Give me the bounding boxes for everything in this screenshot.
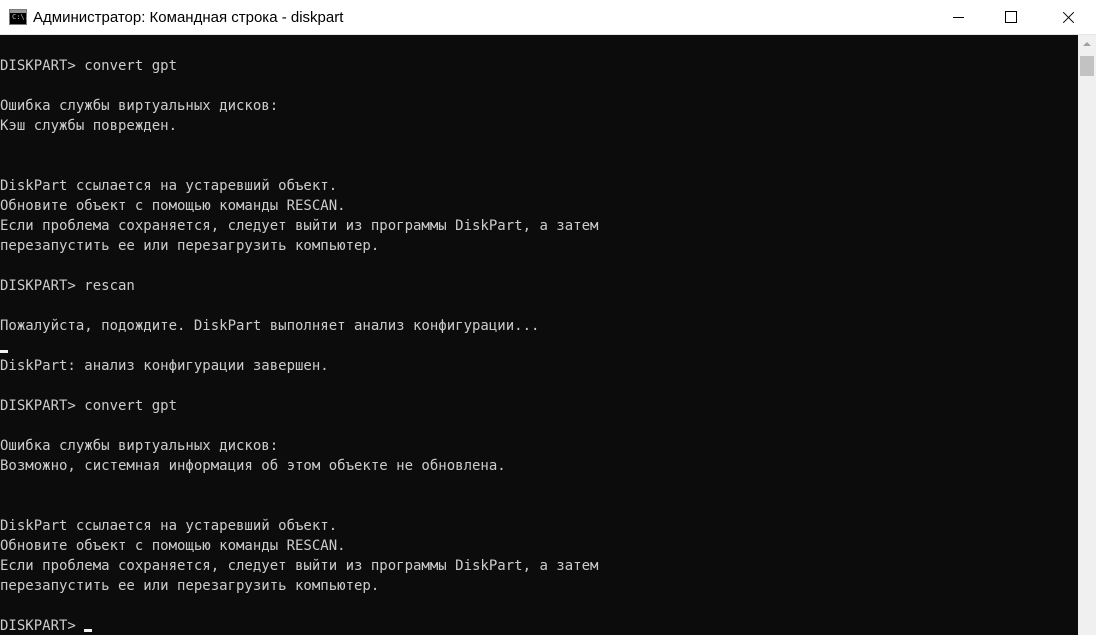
cmd-app-icon[interactable]: C:\. bbox=[9, 9, 29, 25]
minimize-icon[interactable] bbox=[935, 0, 981, 34]
console-line-text: Обновите объект с помощью команды RESCAN… bbox=[0, 198, 346, 214]
console-line-text: Ошибка службы виртуальных дисков: bbox=[0, 438, 279, 454]
command-prompt-window: C:\. Администратор: Командная строка - d… bbox=[0, 0, 1096, 635]
console-line: Ошибка службы виртуальных дисков: bbox=[0, 96, 598, 116]
console-line-text: DISKPART> convert gpt bbox=[0, 398, 178, 414]
console-line-text: Пожалуйста, подождите. DiskPart выполняе… bbox=[0, 318, 540, 334]
console-output-area[interactable]: DISKPART> convert gpt Ошибка службы вирту… bbox=[0, 35, 1078, 635]
window-title: Администратор: Командная строка - diskpa… bbox=[33, 9, 344, 26]
text-cursor bbox=[84, 629, 93, 632]
console-line-text: DiskPart ссылается на устаревший объект. bbox=[0, 178, 338, 194]
console-line: Обновите объект с помощью команды RESCAN… bbox=[0, 196, 598, 216]
console-line: Ошибка службы виртуальных дисков: bbox=[0, 436, 598, 456]
console-line: DISKPART> bbox=[0, 616, 598, 635]
console-line: DiskPart: анализ конфигурации завершен. bbox=[0, 356, 598, 376]
console-line: DISKPART> convert gpt bbox=[0, 56, 598, 76]
console-line: перезапустить ее или перезагрузить компь… bbox=[0, 576, 598, 596]
close-icon[interactable] bbox=[1045, 0, 1091, 34]
console-line-text: DiskPart: анализ конфигурации завершен. bbox=[0, 358, 329, 374]
console-line-text: DISKPART> convert gpt bbox=[0, 58, 178, 74]
console-line-text: DISKPART> rescan bbox=[0, 278, 135, 294]
console-line-text: Возможно, системная информация об этом о… bbox=[0, 458, 506, 474]
console-line: DISKPART> convert gpt bbox=[0, 396, 598, 416]
console-line-text: Обновите объект с помощью команды RESCAN… bbox=[0, 538, 346, 554]
console-line-text: Кэш службы поврежден. bbox=[0, 118, 178, 134]
console-line: DiskPart ссылается на устаревший объект. bbox=[0, 176, 598, 196]
console-line-text: перезапустить ее или перезагрузить компь… bbox=[0, 238, 380, 254]
console-line-text: DiskPart ссылается на устаревший объект. bbox=[0, 518, 338, 534]
console-line: Возможно, системная информация об этом о… bbox=[0, 456, 598, 476]
console-line: Обновите объект с помощью команды RESCAN… bbox=[0, 536, 598, 556]
console-line-text: Если проблема сохраняется, следует выйти… bbox=[0, 558, 599, 574]
console-line: Кэш службы поврежден. bbox=[0, 116, 598, 136]
stray-cursor-mark bbox=[0, 350, 8, 353]
console-lines: DISKPART> convert gpt Ошибка службы вирту… bbox=[0, 56, 598, 635]
console-line-text: Ошибка службы виртуальных дисков: bbox=[0, 98, 279, 114]
console-line: DiskPart ссылается на устаревший объект. bbox=[0, 516, 598, 536]
console-line: Пожалуйста, подождите. DiskPart выполняе… bbox=[0, 316, 598, 336]
console-line: DISKPART> rescan bbox=[0, 276, 598, 296]
console-line-text: DISKPART> bbox=[0, 618, 85, 634]
console-line: Если проблема сохраняется, следует выйти… bbox=[0, 216, 598, 236]
scroll-thumb[interactable] bbox=[1080, 56, 1094, 76]
vertical-scrollbar[interactable] bbox=[1078, 35, 1096, 635]
cmd-icon-text: C:\. bbox=[12, 13, 29, 21]
console-line: перезапустить ее или перезагрузить компь… bbox=[0, 236, 598, 256]
maximize-icon[interactable] bbox=[988, 0, 1034, 34]
console-line-text: Если проблема сохраняется, следует выйти… bbox=[0, 218, 599, 234]
scroll-up-icon[interactable] bbox=[1078, 35, 1096, 52]
title-bar[interactable]: C:\. Администратор: Командная строка - d… bbox=[0, 0, 1096, 35]
console-line-text: перезапустить ее или перезагрузить компь… bbox=[0, 578, 380, 594]
console-line: Если проблема сохраняется, следует выйти… bbox=[0, 556, 598, 576]
